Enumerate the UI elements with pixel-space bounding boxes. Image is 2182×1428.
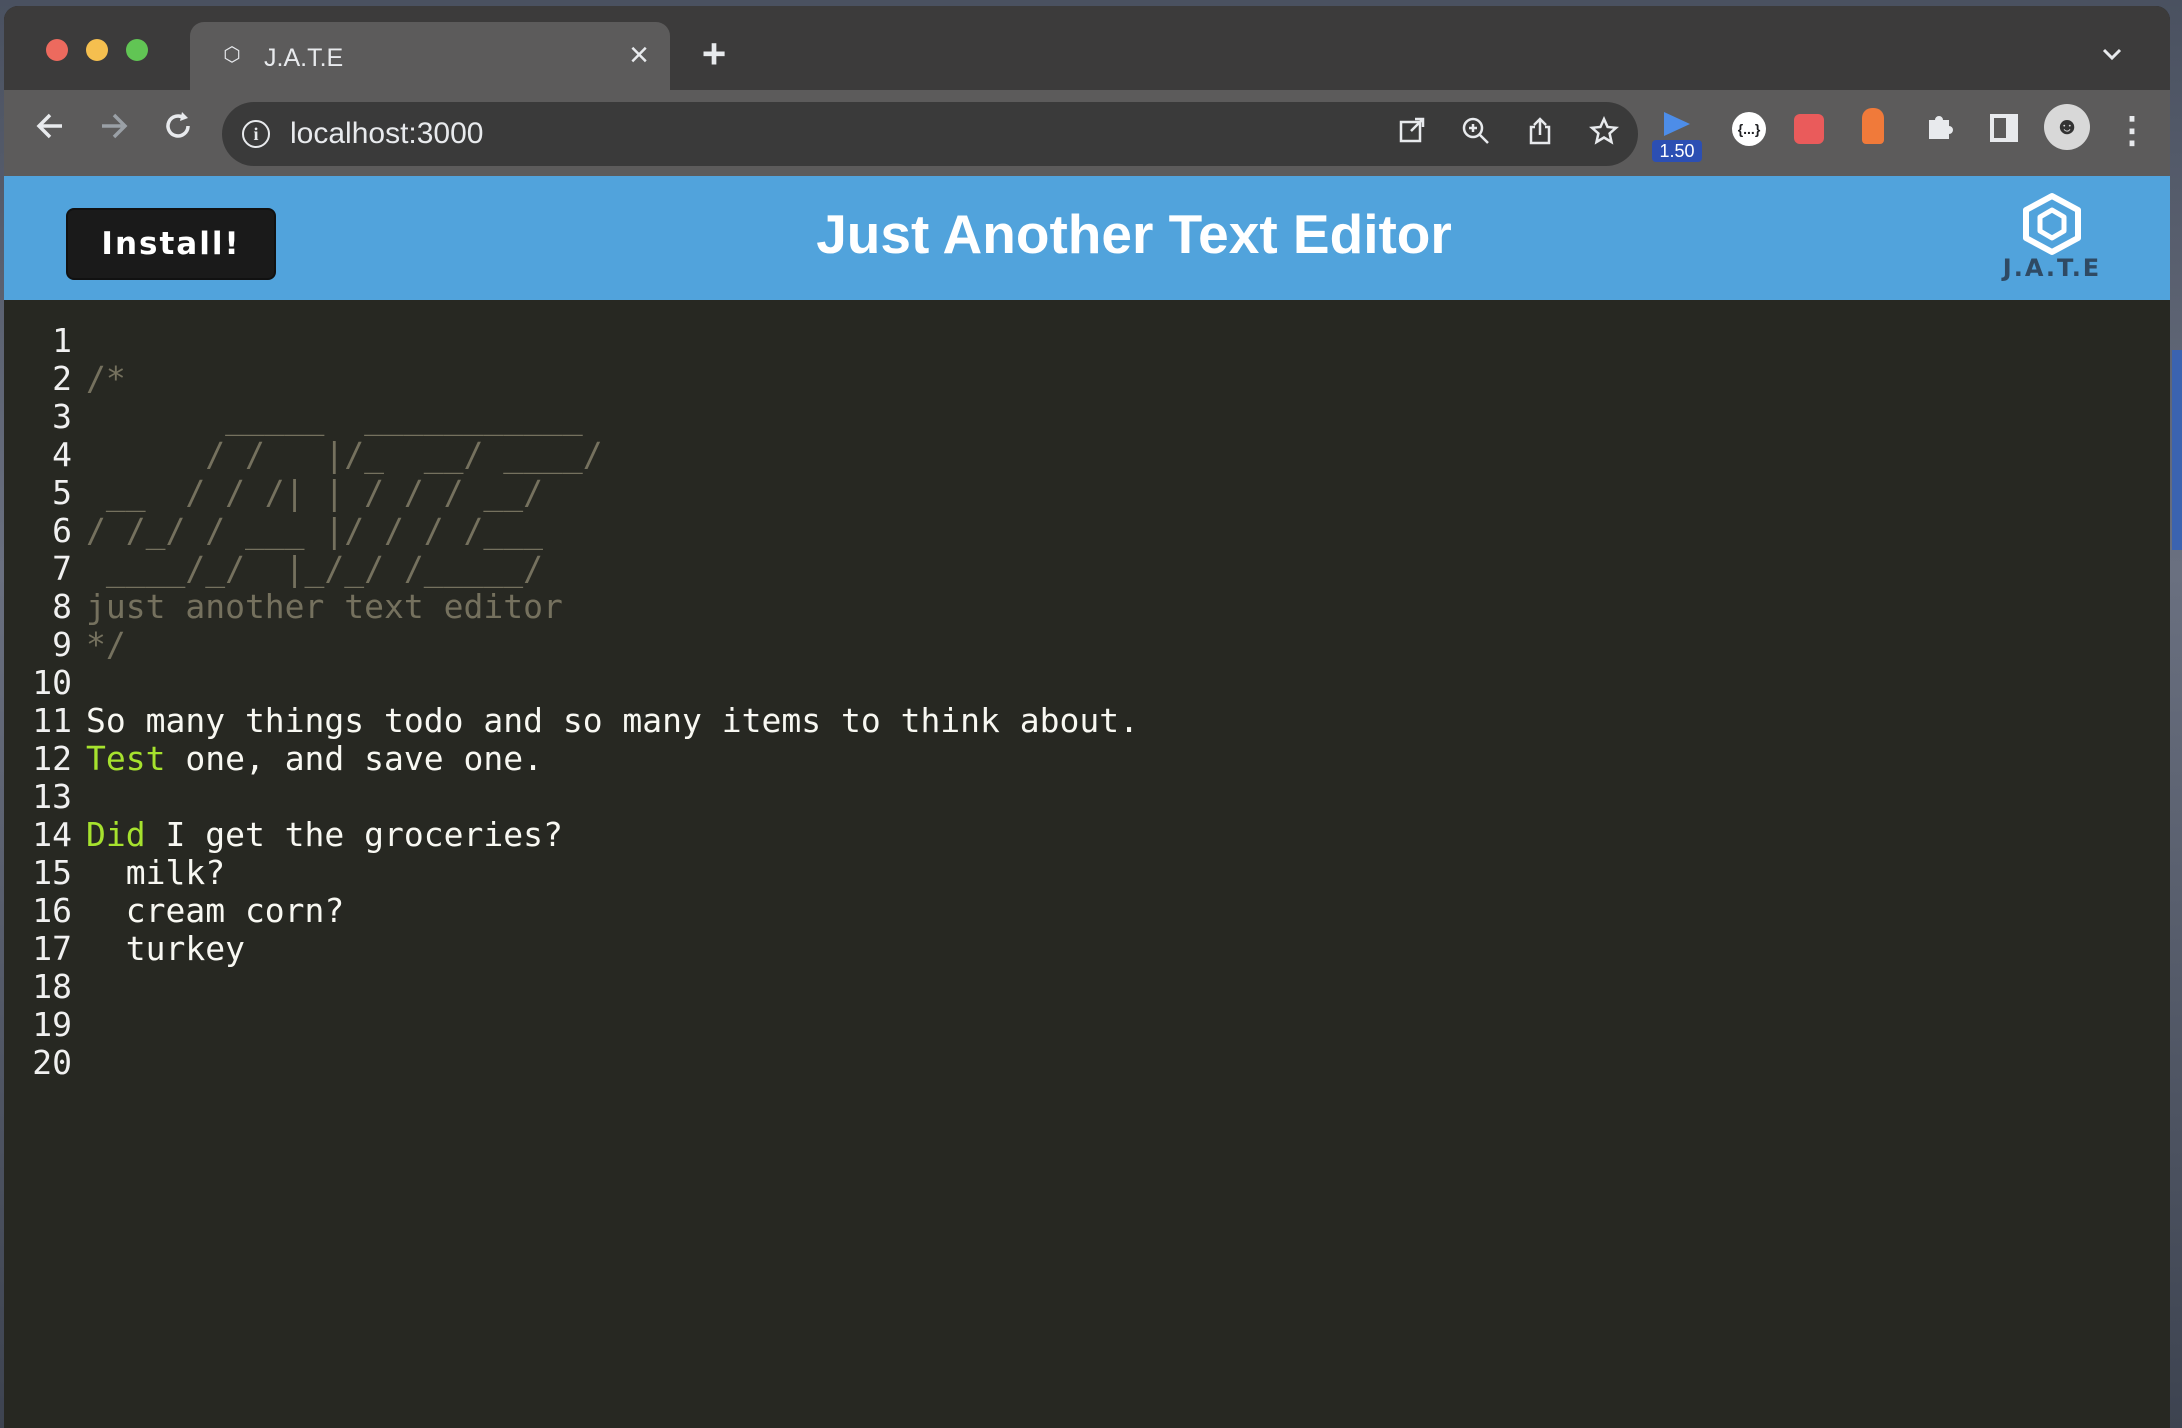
line-text[interactable]: _____ ___________ — [86, 398, 583, 436]
browser-window: ⬡ J.A.T.E × + i localhost:3000 1.50 {...… — [4, 6, 2170, 1428]
line-text[interactable]: cream corn? — [86, 892, 345, 930]
line-number: 18 — [32, 967, 72, 1006]
line-text[interactable]: / /_/ / ___ |/ / / /___ — [86, 512, 543, 550]
code-line[interactable]: 12 Test one, and save one. — [4, 740, 2170, 778]
line-text[interactable]: /* — [86, 360, 126, 398]
code-line[interactable]: 19 — [4, 1006, 2170, 1044]
line-number: 14 — [32, 815, 72, 854]
text-token: one, and save one. — [165, 739, 543, 778]
line-number: 17 — [32, 929, 72, 968]
keyword-token: Test — [86, 739, 166, 778]
more-vert-icon[interactable]: ⋮ — [2114, 104, 2150, 156]
line-number: 16 — [32, 891, 72, 930]
close-icon[interactable]: × — [624, 38, 654, 72]
recorder-extension-icon[interactable] — [1794, 114, 1824, 144]
maximize-window-button[interactable] — [126, 39, 148, 61]
close-window-button[interactable] — [46, 39, 68, 61]
line-text[interactable]: milk? — [86, 854, 225, 892]
code-line[interactable]: 3 _____ ___________ — [4, 398, 2170, 436]
code-line[interactable]: 14 Did I get the groceries? — [4, 816, 2170, 854]
line-number: 19 — [32, 1005, 72, 1044]
code-line[interactable]: 6 / /_/ / ___ |/ / / /___ — [4, 512, 2170, 550]
code-line[interactable]: 9 */ — [4, 626, 2170, 664]
share-icon[interactable] — [1522, 116, 1558, 152]
code-line[interactable]: 1 — [4, 322, 2170, 360]
code-line[interactable]: 16 cream corn? — [4, 892, 2170, 930]
web-page: Install! Just Another Text Editor J.A.T.… — [4, 176, 2170, 1428]
zoom-icon[interactable] — [1458, 116, 1494, 152]
open-external-icon[interactable] — [1394, 116, 1430, 152]
line-text[interactable]: ____/_/ |_/_/ /_____/ — [86, 550, 543, 588]
line-number: 12 — [32, 739, 72, 778]
line-text[interactable]: Did I get the groceries? — [86, 816, 563, 854]
code-line[interactable]: 2 /* — [4, 360, 2170, 398]
code-line[interactable]: 8 just another text editor — [4, 588, 2170, 626]
code-line[interactable]: 13 — [4, 778, 2170, 816]
code-editor[interactable]: 1 2/* 3 _____ ___________ 4 / / |/_ __/ ___… — [4, 312, 2170, 1224]
page-title: Just Another Text Editor — [816, 203, 1452, 265]
code-line[interactable]: 5 __ / / /| | / / / __/ — [4, 474, 2170, 512]
star-icon[interactable] — [1586, 115, 1622, 152]
line-number: 1 — [52, 321, 72, 360]
keyword-token: Did — [86, 815, 146, 854]
info-icon[interactable]: i — [242, 120, 270, 148]
puzzle-icon[interactable] — [1918, 110, 1962, 154]
line-text[interactable]: */ — [86, 626, 126, 664]
code-line[interactable]: 11 So many things todo and so many items … — [4, 702, 2170, 740]
sidebar-icon[interactable] — [1990, 114, 2018, 142]
browser-toolbar: i localhost:3000 1.50 {...} ☻ ⋮ — [4, 90, 2170, 176]
line-number: 5 — [52, 473, 72, 512]
jate-logo-icon: ⬡ — [223, 44, 241, 66]
line-number: 9 — [52, 625, 72, 664]
url-text[interactable]: localhost:3000 — [290, 117, 483, 151]
jate-logo-icon — [2023, 193, 2081, 255]
line-text[interactable]: __ / / /| | / / / __/ — [86, 474, 543, 512]
reload-icon[interactable] — [154, 108, 202, 156]
code-line[interactable]: 17 turkey — [4, 930, 2170, 968]
line-number: 13 — [32, 777, 72, 816]
text-token: I get the groceries? — [145, 815, 563, 854]
line-text[interactable]: turkey — [86, 930, 245, 968]
code-line[interactable]: 7 ____/_/ |_/_/ /_____/ — [4, 550, 2170, 588]
line-number: 8 — [52, 587, 72, 626]
line-text[interactable]: just another text editor — [86, 588, 563, 626]
logo-text: J.A.T.E — [2002, 254, 2102, 282]
tab-jate[interactable]: ⬡ J.A.T.E × — [190, 22, 670, 90]
code-line[interactable]: 20 — [4, 1044, 2170, 1082]
playback-speed-extension-icon[interactable] — [1664, 112, 1690, 136]
code-line[interactable]: 18 — [4, 968, 2170, 1006]
line-text[interactable]: So many things todo and so many items to… — [86, 702, 1139, 740]
line-number: 7 — [52, 549, 72, 588]
line-text[interactable]: Test one, and save one. — [86, 740, 543, 778]
desktop-window-edge — [2172, 350, 2182, 550]
line-number: 20 — [32, 1043, 72, 1082]
line-number: 2 — [52, 359, 72, 398]
plus-icon[interactable]: + — [694, 33, 734, 76]
chevron-down-icon[interactable] — [2094, 42, 2130, 78]
line-number: 3 — [52, 397, 72, 436]
address-bar[interactable]: i localhost:3000 — [222, 102, 1638, 166]
line-number: 6 — [52, 511, 72, 550]
jate-logo: J.A.T.E — [1998, 192, 2106, 294]
arrow-left-icon[interactable] — [26, 108, 74, 156]
tab-title: J.A.T.E — [264, 44, 344, 72]
app-navbar: Install! Just Another Text Editor J.A.T.… — [4, 176, 2170, 300]
tab-strip: ⬡ J.A.T.E × + — [4, 6, 2170, 90]
line-number: 4 — [52, 435, 72, 474]
line-text[interactable]: / / |/_ __/ ____/ — [86, 436, 602, 474]
line-number: 10 — [32, 663, 72, 702]
line-number: 15 — [32, 853, 72, 892]
minimize-window-button[interactable] — [86, 39, 108, 61]
json-extension-icon[interactable]: {...} — [1732, 112, 1766, 146]
code-line[interactable]: 4 / / |/_ __/ ____/ — [4, 436, 2170, 474]
lighthouse-extension-icon[interactable] — [1862, 108, 1884, 144]
arrow-right-icon[interactable] — [90, 108, 138, 156]
code-line[interactable]: 10 — [4, 664, 2170, 702]
avatar-icon[interactable]: ☻ — [2044, 104, 2090, 150]
line-number: 11 — [32, 701, 72, 740]
extension-badge: 1.50 — [1652, 140, 1702, 162]
code-line[interactable]: 15 milk? — [4, 854, 2170, 892]
